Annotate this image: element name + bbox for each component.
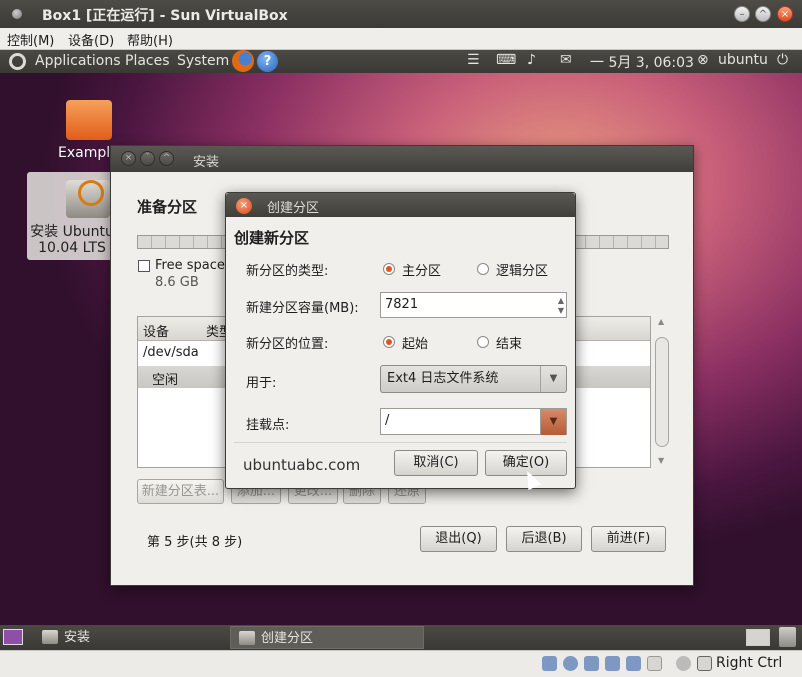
use-as-label: 用于:: [246, 376, 277, 391]
shared-folder-icon[interactable]: [626, 656, 641, 671]
table-cell: 空闲: [152, 373, 179, 388]
installer-title: 安装: [193, 155, 220, 170]
task-label: 创建分区: [261, 631, 314, 646]
close-icon[interactable]: ×: [777, 6, 793, 22]
radio-beginning-label[interactable]: 起始: [402, 333, 428, 352]
free-space-label: Free space: [155, 258, 225, 273]
menu-system[interactable]: System: [177, 53, 229, 69]
clock[interactable]: 一 5月 3, 06:03: [590, 52, 694, 72]
host-key-label: Right Ctrl: [716, 655, 783, 671]
partition-type-label: 新分区的类型:: [246, 264, 329, 279]
free-space-legend-box: [138, 260, 150, 272]
show-desktop-icon[interactable]: [3, 629, 23, 645]
position-label: 新分区的位置:: [246, 337, 329, 352]
menu-devices[interactable]: 设备(D): [68, 30, 114, 49]
desktop-icon-installer[interactable]: 安装 Ubuntu 10.04 LTS: [27, 172, 117, 260]
column-device[interactable]: 设备: [143, 321, 169, 340]
chevron-down-icon[interactable]: ▼: [540, 409, 566, 435]
use-as-value: Ext4 日志文件系统: [387, 371, 499, 386]
installer-icon: [239, 631, 255, 645]
radio-primary[interactable]: [383, 263, 395, 275]
power-icon[interactable]: ⏻: [777, 52, 788, 68]
size-spinbox[interactable]: 7821 ▲ ▼: [380, 292, 567, 318]
spin-down-icon[interactable]: ▼: [558, 299, 564, 323]
maximize-icon[interactable]: ^: [755, 6, 771, 22]
mount-point-value[interactable]: /: [385, 413, 389, 428]
guest-screen: Applications Places System ? ☰ ⌨ ♪ ✉ 一 5…: [0, 50, 802, 650]
mount-point-combo[interactable]: / ▼: [380, 408, 567, 435]
chevron-down-icon[interactable]: ▼: [540, 366, 566, 392]
trash-icon[interactable]: [779, 627, 796, 647]
ubuntu-logo-icon[interactable]: [9, 53, 26, 70]
capture-icon[interactable]: [647, 656, 662, 671]
create-partition-dialog: × 创建分区 创建新分区 新分区的类型: 主分区 逻辑分区 新建分区容量(MB)…: [225, 192, 576, 489]
radio-end-label[interactable]: 结束: [496, 333, 522, 352]
desktop-icon-label: 安装 Ubuntu 10.04 LTS: [30, 224, 114, 256]
back-button[interactable]: 后退(B): [506, 526, 582, 552]
window-menu-icon[interactable]: [12, 9, 22, 19]
radio-logical-label[interactable]: 逻辑分区: [496, 260, 548, 279]
radio-beginning[interactable]: [383, 336, 395, 348]
mail-icon[interactable]: ✉: [560, 52, 572, 68]
radio-primary-label[interactable]: 主分区: [402, 260, 441, 279]
folder-icon: [66, 100, 112, 140]
step-indicator: 第 5 步(共 8 步): [147, 535, 243, 550]
task-create-partition[interactable]: 创建分区: [230, 626, 424, 649]
new-partition-table-button[interactable]: 新建分区表...: [137, 479, 224, 504]
size-label: 新建分区容量(MB):: [246, 301, 359, 316]
dialog-title: 创建分区: [267, 201, 320, 216]
close-icon[interactable]: ×: [121, 151, 136, 166]
cancel-button[interactable]: 取消(C): [394, 450, 478, 476]
task-installer[interactable]: 安装: [34, 626, 226, 649]
size-value[interactable]: 7821: [385, 297, 418, 312]
menu-control[interactable]: 控制(M): [7, 30, 54, 49]
quit-button[interactable]: 退出(Q): [420, 526, 497, 552]
top-panel: Applications Places System ? ☰ ⌨ ♪ ✉ 一 5…: [0, 50, 802, 73]
installer-icon: [66, 180, 110, 218]
cdrom-icon[interactable]: [563, 656, 578, 671]
page-title: 准备分区: [137, 198, 198, 216]
radio-logical[interactable]: [477, 263, 489, 275]
menu-applications[interactable]: Applications: [35, 53, 121, 69]
mount-point-label: 挂载点:: [246, 418, 290, 433]
use-as-dropdown[interactable]: Ext4 日志文件系统 ▼: [380, 365, 567, 393]
table-scrollbar[interactable]: ▲ ▼: [655, 317, 669, 465]
table-row[interactable]: /dev/sda: [143, 345, 199, 360]
installer-icon: [42, 630, 58, 644]
menu-help[interactable]: 帮助(H): [127, 30, 173, 49]
keyboard-icon[interactable]: ⌨: [496, 52, 516, 68]
host-titlebar: Box1 [正在运行] - Sun VirtualBox – ^ ×: [0, 0, 802, 28]
scroll-thumb[interactable]: [655, 337, 669, 447]
user-status-icon[interactable]: ⊗: [697, 52, 709, 68]
volume-icon[interactable]: ♪: [527, 52, 536, 68]
forward-button[interactable]: 前进(F): [591, 526, 666, 552]
separator: [234, 442, 567, 443]
dialog-titlebar: × 创建分区: [226, 193, 575, 217]
task-label: 安装: [64, 630, 91, 645]
radio-end[interactable]: [477, 336, 489, 348]
maximize-icon[interactable]: ^: [159, 151, 174, 166]
help-icon[interactable]: ?: [257, 51, 278, 72]
wifi-icon[interactable]: ☰: [467, 52, 480, 68]
minimize-icon[interactable]: –: [734, 6, 750, 22]
user-name[interactable]: ubuntu: [718, 52, 768, 68]
installer-titlebar: × ˇ ^ 安装: [111, 146, 693, 172]
minimize-icon[interactable]: ˇ: [140, 151, 155, 166]
bottom-panel: 安装 创建分区: [0, 625, 802, 650]
host-menubar: 控制(M) 设备(D) 帮助(H): [0, 28, 802, 50]
harddisk-icon[interactable]: [542, 656, 557, 671]
firefox-icon[interactable]: [232, 50, 254, 72]
dialog-heading: 创建新分区: [234, 229, 310, 247]
host-key-icon[interactable]: [697, 656, 712, 671]
host-statusbar: Right Ctrl: [0, 650, 802, 677]
workspace-switcher[interactable]: [746, 629, 770, 646]
menu-places[interactable]: Places: [125, 53, 170, 69]
free-space-size: 8.6 GB: [155, 275, 199, 290]
watermark-text: ubuntuabc.com: [243, 456, 361, 474]
host-title: Box1 [正在运行] - Sun VirtualBox: [42, 8, 288, 24]
usb-icon[interactable]: [605, 656, 620, 671]
mouse-integration-icon[interactable]: [676, 656, 691, 671]
network-icon[interactable]: [584, 656, 599, 671]
close-icon[interactable]: ×: [236, 198, 252, 214]
